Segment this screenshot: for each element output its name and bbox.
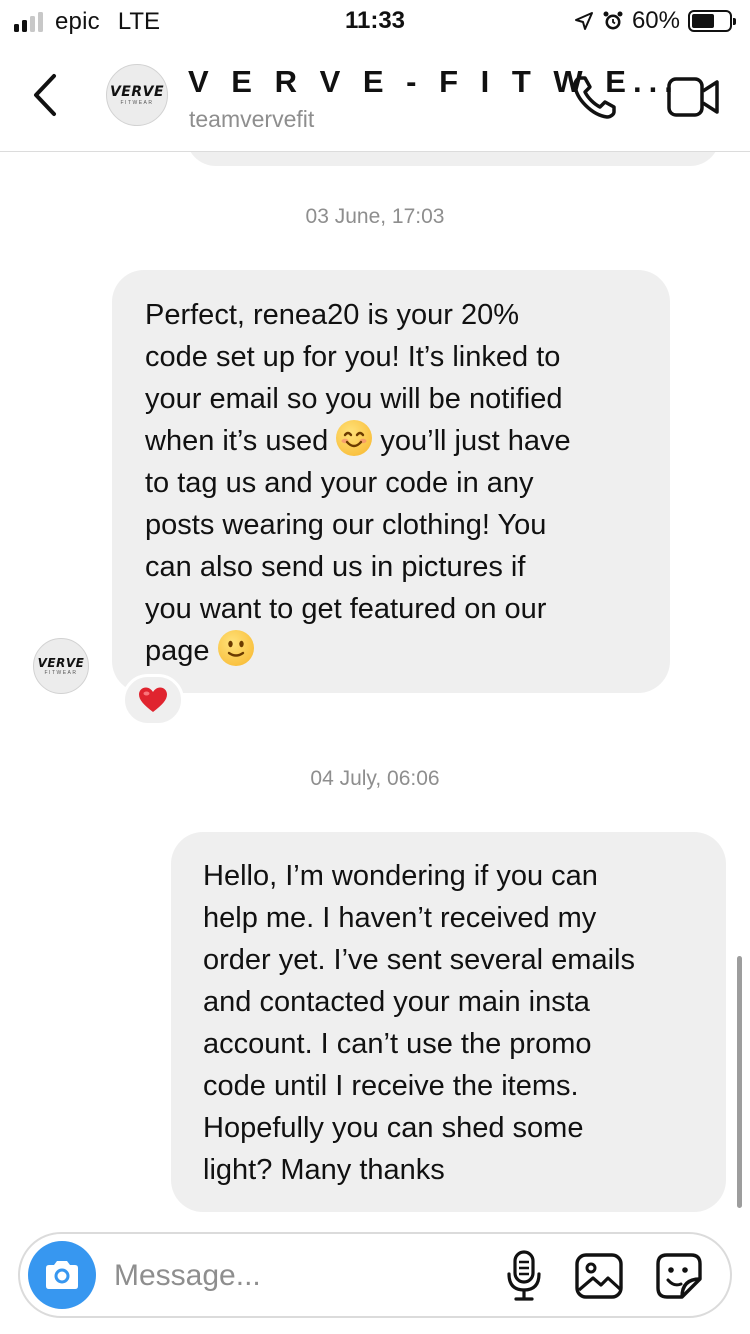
- sticker-icon[interactable]: [654, 1251, 704, 1301]
- avatar-logo-subtext: FITWEAR: [44, 669, 78, 676]
- message-line: light? Many thanks: [203, 1154, 445, 1186]
- status-bar: epic LTE 11:33 60%: [0, 0, 750, 40]
- message-line: code until I receive the items.: [203, 1070, 579, 1102]
- sender-avatar[interactable]: VERVE FITWEAR: [33, 638, 89, 694]
- battery-percent: 60%: [631, 7, 680, 34]
- location-arrow-icon: [574, 12, 593, 30]
- message-line: when it’s used you’ll just have: [145, 420, 650, 462]
- slightly-smiling-face-emoji-icon: [217, 630, 254, 666]
- message-timestamp: 03 June, 17:03: [305, 205, 445, 228]
- avatar-logo-text: VERVE: [109, 83, 165, 100]
- message-line: help me. I haven’t received my: [203, 902, 597, 934]
- message-line: page: [145, 630, 650, 672]
- message-composer: [18, 1232, 732, 1318]
- message-line: code set up for you! It’s linked to: [145, 341, 561, 373]
- contact-avatar[interactable]: VERVE FITWEAR: [106, 64, 168, 126]
- message-line: posts wearing our clothing! You: [145, 509, 547, 541]
- message-line: order yet. I’ve sent several emails: [203, 944, 635, 976]
- gallery-icon[interactable]: [574, 1252, 624, 1300]
- message-text: you’ll just have: [372, 425, 571, 457]
- message-line: can also send us in pictures if: [145, 551, 526, 583]
- heart-icon: [139, 687, 167, 712]
- avatar-logo-text: VERVE: [37, 655, 85, 670]
- back-chevron-icon[interactable]: [24, 70, 64, 120]
- alarm-clock-icon: [603, 11, 623, 30]
- scrollbar[interactable]: [737, 956, 742, 1208]
- phone-icon[interactable]: [570, 72, 620, 122]
- chat-header: VERVE FITWEAR V E R V E - F I T W E... t…: [0, 40, 750, 152]
- outgoing-message-bubble[interactable]: Hello, I’m wondering if you can help me.…: [171, 832, 726, 1212]
- message-line: to tag us and your code in any: [145, 467, 534, 499]
- status-right: 60%: [574, 7, 736, 35]
- message-line: Hello, I’m wondering if you can: [203, 860, 598, 892]
- incoming-message-bubble[interactable]: Perfect, renea20 is your 20% code set up…: [112, 270, 670, 693]
- message-line: and contacted your main insta: [203, 986, 590, 1018]
- camera-button[interactable]: [28, 1241, 96, 1309]
- heart-reaction[interactable]: [122, 674, 184, 726]
- microphone-icon[interactable]: [504, 1250, 544, 1302]
- smiling-face-emoji-icon: [336, 420, 373, 456]
- avatar-logo-subtext: FITWEAR: [120, 99, 154, 106]
- battery-icon: [688, 10, 736, 32]
- message-input[interactable]: [114, 1254, 474, 1298]
- message-line: Perfect, renea20 is your 20%: [145, 299, 519, 331]
- message-line: Hopefully you can shed some: [203, 1112, 584, 1144]
- message-timestamp: 04 July, 06:06: [310, 767, 440, 790]
- message-text: when it’s used: [145, 425, 337, 457]
- message-line: you want to get featured on our: [145, 593, 547, 625]
- contact-handle[interactable]: teamvervefit: [189, 106, 314, 133]
- battery-fill: [692, 14, 714, 28]
- camera-icon: [46, 1261, 78, 1289]
- message-text: page: [145, 635, 218, 667]
- video-camera-icon[interactable]: [666, 74, 720, 120]
- message-line: your email so you will be notified: [145, 383, 563, 415]
- message-line: account. I can’t use the promo: [203, 1028, 592, 1060]
